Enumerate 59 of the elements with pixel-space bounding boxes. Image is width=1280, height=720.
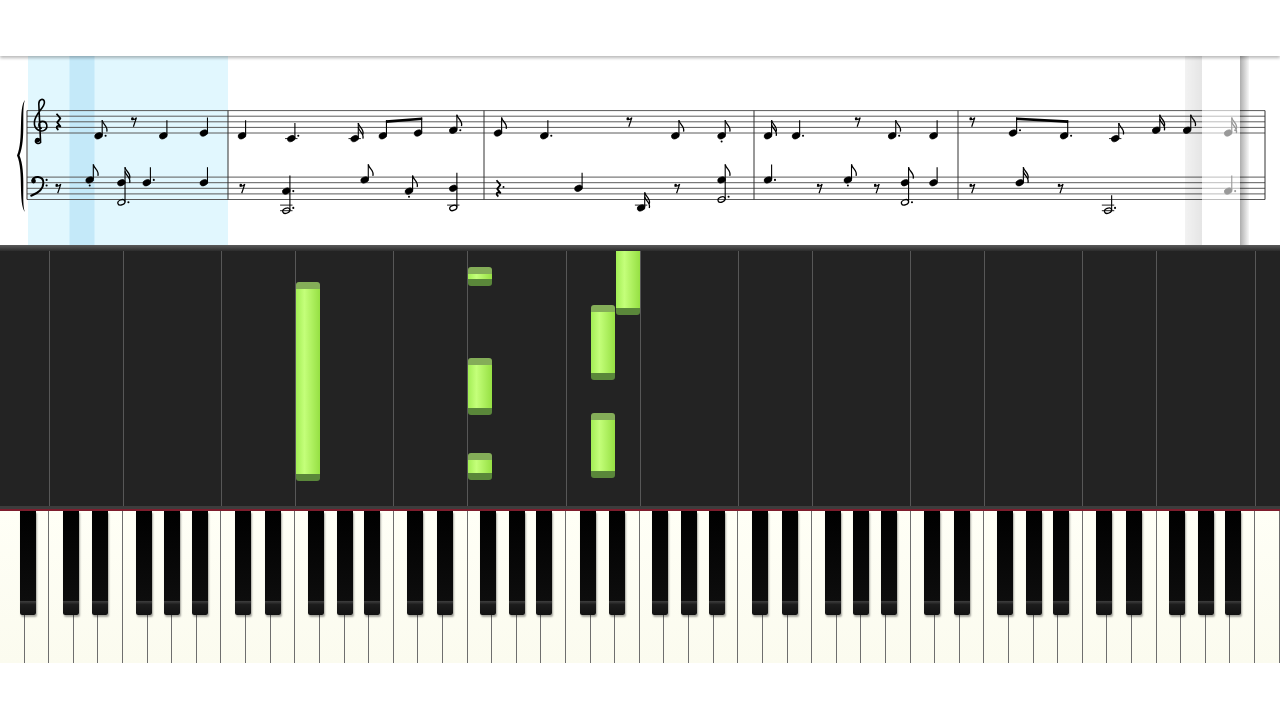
rest: [816, 183, 823, 194]
rest: [873, 183, 880, 194]
rest: [626, 117, 633, 128]
note: [449, 114, 463, 134]
note: [284, 122, 300, 142]
note-chord: [900, 166, 915, 206]
note: [94, 119, 108, 140]
note: [142, 166, 155, 187]
note: [763, 163, 777, 184]
rest: [55, 112, 62, 131]
note: [634, 191, 651, 212]
falling-note: [468, 453, 492, 480]
note: [199, 166, 209, 187]
note-beam: [1016, 117, 1069, 123]
rest: [969, 183, 976, 194]
note: [1224, 116, 1238, 137]
note: [1183, 114, 1197, 134]
note: [237, 119, 247, 140]
falling-note: [591, 413, 615, 478]
note-chord: [717, 163, 731, 203]
rest: [969, 117, 976, 128]
rest: [673, 183, 681, 194]
rest: [55, 183, 62, 194]
note: [1152, 114, 1166, 134]
note: [1015, 166, 1029, 187]
note: [404, 174, 419, 198]
note: [717, 119, 731, 143]
falling-note: [616, 251, 640, 315]
note: [929, 119, 938, 140]
note: [791, 119, 805, 140]
bass-clef-icon: [30, 176, 48, 197]
note-chord: [279, 175, 295, 215]
treble-clef-icon: [33, 98, 48, 145]
note: [1108, 122, 1125, 142]
note: [888, 119, 902, 140]
note: [348, 122, 364, 142]
note: [199, 116, 209, 137]
note: [493, 116, 508, 137]
rest: [495, 179, 505, 198]
falling-note: [468, 358, 492, 415]
note: [843, 163, 857, 187]
note: [360, 163, 374, 184]
note: [85, 163, 99, 187]
note: [540, 119, 553, 140]
note: [574, 172, 583, 192]
rest: [130, 117, 138, 128]
note: [671, 119, 685, 140]
note: [159, 119, 168, 140]
note-chord: [446, 172, 460, 212]
rest: [854, 117, 861, 128]
rest: [239, 183, 246, 194]
falling-note: [468, 267, 492, 286]
note: [763, 119, 778, 140]
note: [1224, 175, 1237, 195]
note: [1101, 194, 1117, 215]
note-chord: [117, 166, 131, 206]
note: [929, 166, 938, 187]
note-beam: [385, 117, 423, 123]
rest: [1057, 183, 1064, 194]
